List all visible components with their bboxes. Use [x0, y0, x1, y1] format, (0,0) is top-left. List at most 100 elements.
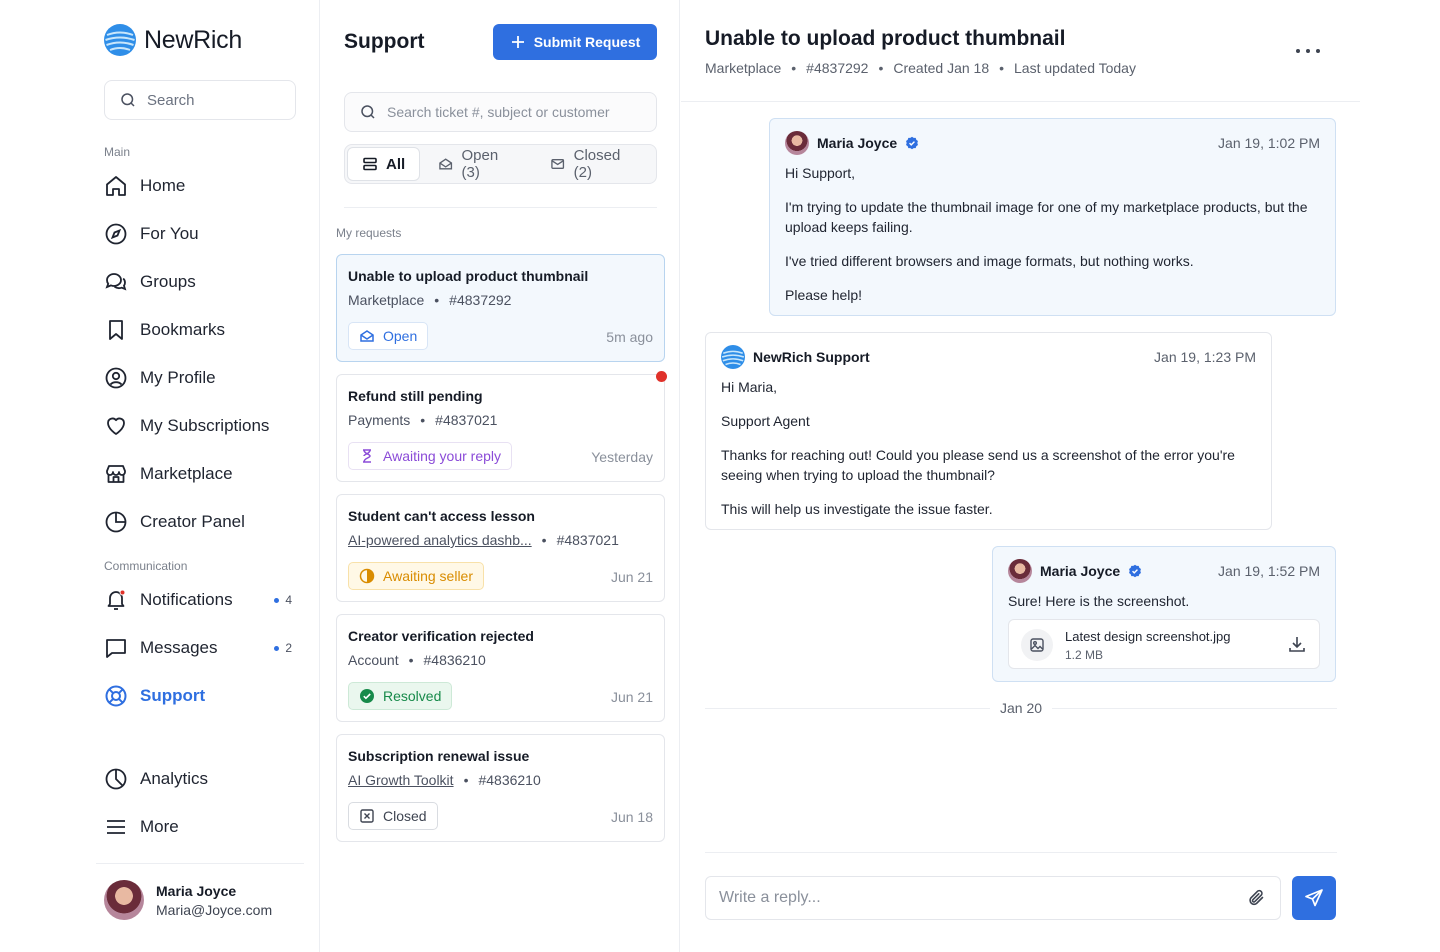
- message-bubble: Maria Joyce Jan 19, 1:02 PM Hi Support, …: [769, 118, 1336, 316]
- ticket-time: Jun 21: [610, 569, 653, 585]
- ticket-time: Jun 21: [610, 689, 653, 705]
- tab-label: All: [386, 155, 406, 173]
- download-icon[interactable]: [1287, 634, 1307, 654]
- meta-category: Marketplace: [705, 60, 782, 76]
- ticket-card[interactable]: Unable to upload product thumbnail Marke…: [336, 254, 665, 362]
- tab-closed[interactable]: Closed (2): [536, 147, 654, 181]
- nav-item-groups[interactable]: Groups: [104, 264, 300, 300]
- nav-label: For You: [140, 224, 199, 243]
- message-text: This will help us investigate the issue …: [721, 501, 993, 517]
- ticket-category: Account: [348, 652, 399, 668]
- tab-all[interactable]: All: [347, 147, 421, 181]
- attachment-card[interactable]: Latest design screenshot.jpg 1.2 MB: [1008, 619, 1320, 669]
- tab-label: Closed (2): [573, 147, 621, 181]
- ticket-search-placeholder: Search ticket #, subject or customer: [387, 104, 610, 120]
- submit-request-button[interactable]: Submit Request: [493, 24, 657, 60]
- envelope-open-icon: [360, 330, 374, 342]
- bell-icon: [104, 588, 128, 612]
- meta-updated: Last updated Today: [1014, 60, 1136, 76]
- ticket-product-link[interactable]: AI Growth Toolkit: [348, 772, 454, 788]
- nav-item-more[interactable]: More: [104, 809, 300, 845]
- conversation-meta: Marketplace • #4837292 • Created Jan 18 • L…: [705, 60, 1136, 76]
- status-badge: Awaiting your reply: [348, 442, 513, 470]
- sidebar-search-placeholder: Search: [147, 91, 195, 109]
- nav-label: More: [140, 817, 179, 836]
- check-circle-icon: [360, 689, 374, 703]
- meta-created: Created Jan 18: [893, 60, 990, 76]
- message-time: Jan 19, 1:52 PM: [1218, 563, 1320, 579]
- search-icon: [361, 105, 375, 119]
- message-text: I'm trying to update the thumbnail image…: [785, 199, 1308, 235]
- nav-label: Analytics: [140, 769, 209, 788]
- nav-item-creator-panel[interactable]: Creator Panel: [104, 504, 300, 540]
- ticket-card[interactable]: Student can't access lesson AI-powered a…: [336, 494, 665, 602]
- home-icon: [104, 174, 128, 198]
- nav-item-support[interactable]: Support: [104, 678, 300, 714]
- nav-label: My Profile: [140, 368, 216, 387]
- submit-request-label: Submit Request: [533, 34, 641, 50]
- list-icon: [363, 157, 377, 171]
- avatar: [1008, 559, 1032, 583]
- ticket-time: Yesterday: [591, 449, 653, 465]
- message-text: Sure! Here is the screenshot.: [1008, 593, 1190, 609]
- sidebar-search-input[interactable]: Search: [104, 80, 296, 120]
- status-badge: Resolved: [348, 682, 453, 710]
- paperclip-icon[interactable]: [1247, 888, 1267, 908]
- ticket-list-panel: Support Submit Request Search ticket #, …: [321, 0, 680, 952]
- message-header: NewRich Support Jan 19, 1:23 PM: [721, 345, 1256, 369]
- nav-item-for-you[interactable]: For You: [104, 216, 300, 252]
- image-icon: [1021, 629, 1053, 661]
- ticket-card[interactable]: Creator verification rejected Account • #4…: [336, 614, 665, 722]
- nav-item-home[interactable]: Home: [104, 168, 300, 204]
- date-separator-label: Jan 20: [999, 700, 1043, 716]
- send-button[interactable]: [1292, 876, 1336, 920]
- messages-count-badge: 2: [274, 641, 292, 655]
- nav-item-analytics[interactable]: Analytics: [104, 761, 300, 797]
- send-icon: [1305, 889, 1323, 907]
- filter-tabs: All Open (3) Closed (2): [344, 144, 657, 184]
- user-circle-icon: [104, 366, 128, 390]
- pie-chart-icon: [104, 510, 128, 534]
- more-options-icon[interactable]: [1296, 44, 1320, 58]
- status-label: Awaiting seller: [383, 568, 474, 584]
- nav-item-messages[interactable]: Messages 2: [104, 630, 300, 666]
- lifebuoy-icon: [104, 684, 128, 708]
- nav-item-marketplace[interactable]: Marketplace: [104, 456, 300, 492]
- message-text: Hi Maria,: [721, 379, 778, 395]
- tab-open[interactable]: Open (3): [424, 147, 532, 181]
- ticket-meta: Payments • #4837021: [348, 412, 498, 428]
- nav-item-notifications[interactable]: Notifications 4: [104, 582, 300, 618]
- status-badge: Awaiting seller: [348, 562, 485, 590]
- page-title: Support: [344, 30, 425, 53]
- ticket-search-input[interactable]: Search ticket #, subject or customer: [344, 92, 657, 132]
- ticket-id: #4836210: [478, 772, 541, 788]
- brand-logo[interactable]: NewRich: [104, 24, 242, 56]
- avatar: [104, 880, 144, 920]
- message-bubble: NewRich Support Jan 19, 1:23 PM Hi Maria…: [705, 332, 1272, 530]
- ticket-id: #4836210: [423, 652, 486, 668]
- nav-label: Groups: [140, 272, 196, 291]
- plus-icon: [511, 36, 524, 48]
- avatar: [785, 131, 809, 155]
- status-label: Awaiting your reply: [383, 448, 502, 464]
- nav-label: Notifications: [140, 590, 233, 609]
- nav-item-bookmarks[interactable]: Bookmarks: [104, 312, 300, 348]
- reply-input[interactable]: [705, 876, 1281, 920]
- nav-item-my-subscriptions[interactable]: My Subscriptions: [104, 408, 300, 444]
- user-profile[interactable]: Maria Joyce Maria@Joyce.com: [104, 880, 272, 920]
- nav-label: Support: [140, 686, 206, 705]
- ticket-card[interactable]: Refund still pending Payments • #4837021 A…: [336, 371, 667, 482]
- brand-name: NewRich: [144, 25, 242, 54]
- conversation-panel: Unable to upload product thumbnail Marke…: [681, 0, 1360, 952]
- ticket-id: #4837292: [449, 292, 512, 308]
- ticket-card[interactable]: Subscription renewal issue AI Growth Too…: [336, 734, 665, 842]
- nav-label: Creator Panel: [140, 512, 245, 531]
- status-badge: Closed: [348, 802, 438, 830]
- ticket-product-link[interactable]: AI-powered analytics dashb...: [348, 532, 532, 548]
- ticket-meta: AI-powered analytics dashb... • #4837021: [348, 532, 619, 548]
- nav-item-my-profile[interactable]: My Profile: [104, 360, 300, 396]
- newrich-logo-icon: [104, 24, 136, 56]
- message-icon: [104, 636, 128, 660]
- ticket-time: 5m ago: [606, 329, 653, 345]
- message-author: Maria Joyce: [817, 135, 898, 151]
